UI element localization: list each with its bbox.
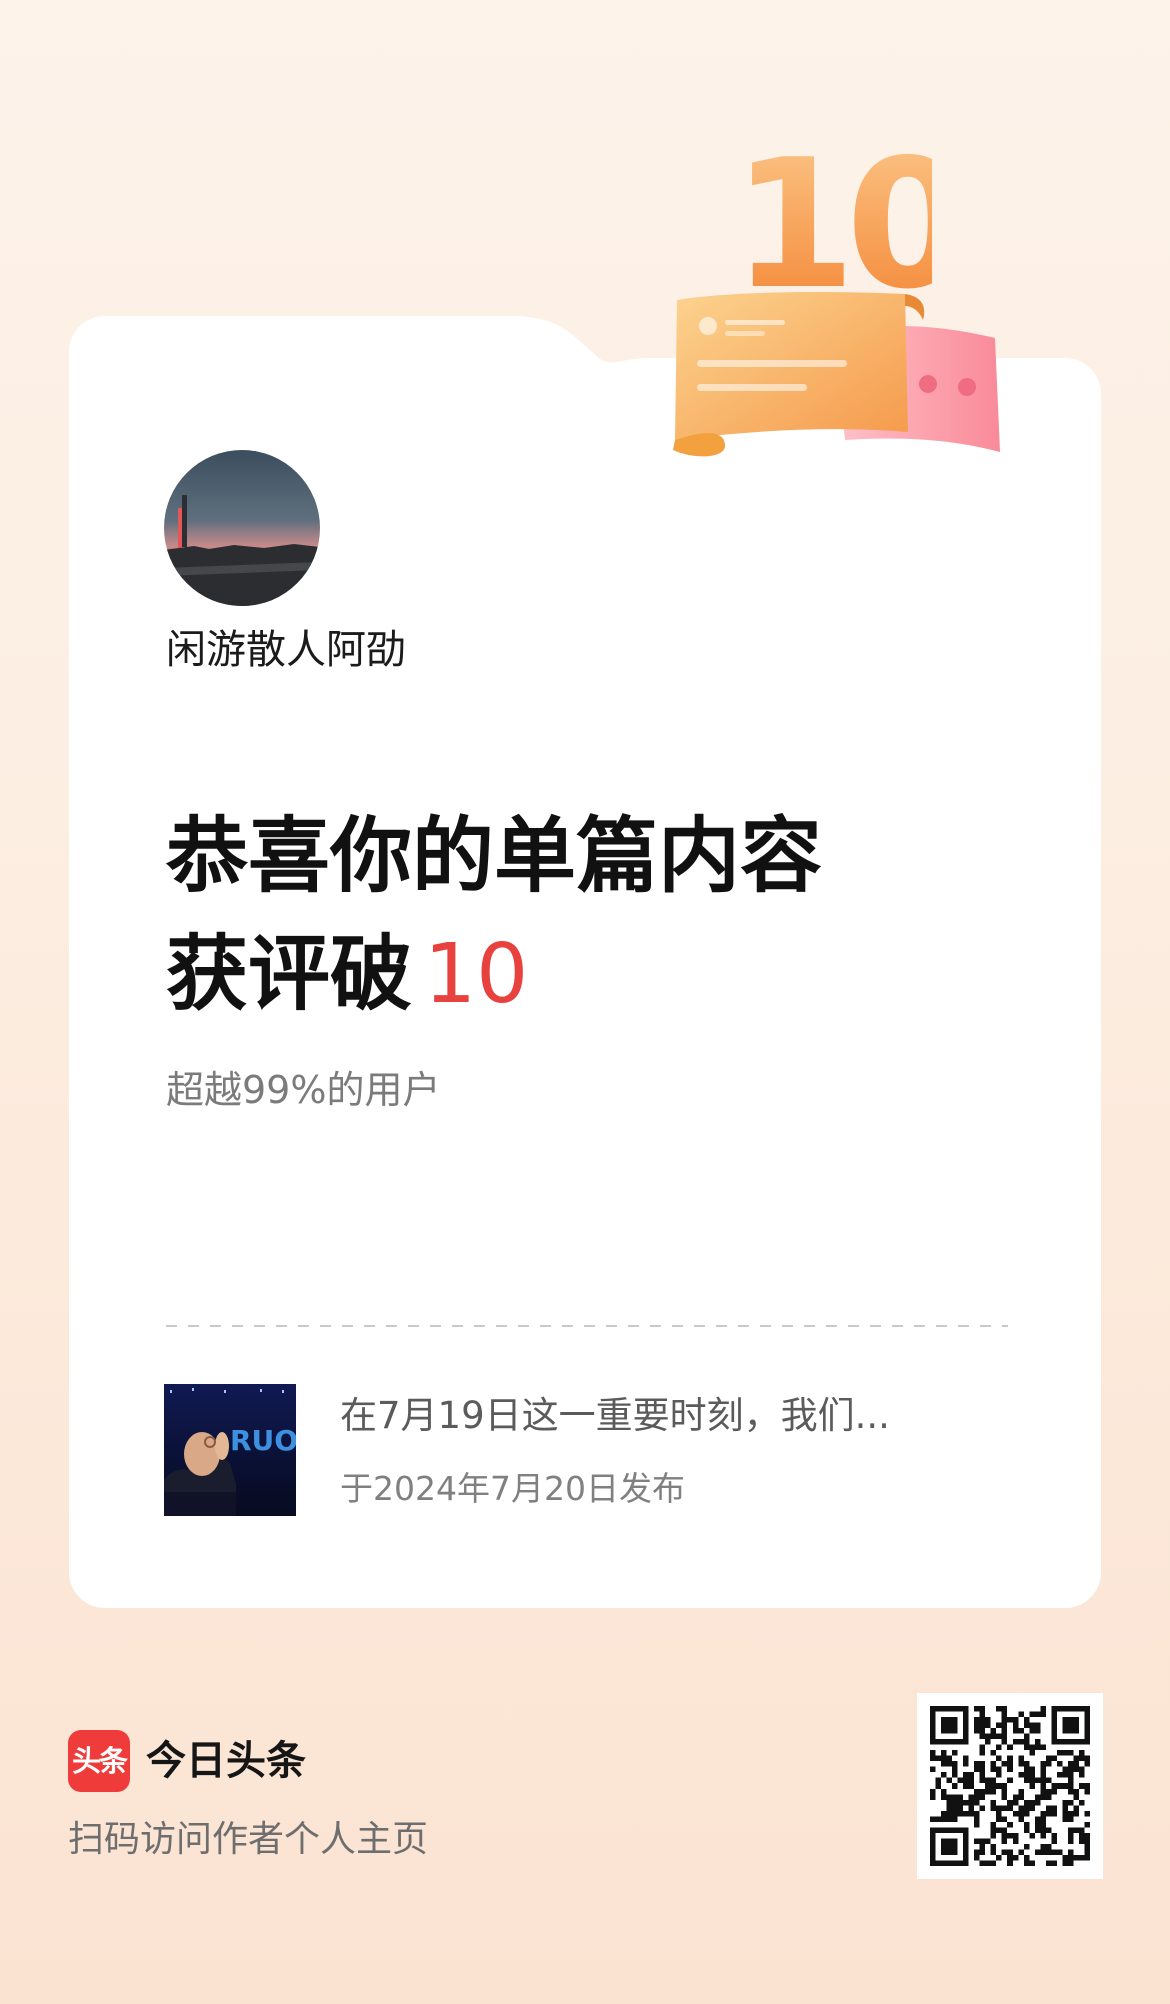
achievement-headline: 恭喜你的单篇内容 获评破 10 — [166, 798, 1026, 1034]
qr-code-icon — [930, 1706, 1090, 1866]
avatar-image — [164, 450, 320, 606]
trophy-badge-icon: 10 — [665, 136, 1005, 470]
article-publish-date: 于2024年7月20日发布 — [340, 1469, 685, 1508]
author-name[interactable]: 闲游散人阿劭 — [166, 622, 406, 678]
thumb-text: RUOK — [230, 1424, 296, 1457]
article-thumbnail[interactable]: RUOK — [164, 1384, 296, 1516]
article-title[interactable]: 在7月19日这一重要时刻，我们... — [340, 1390, 960, 1442]
toutiao-logo-icon: 头条 — [68, 1730, 130, 1792]
article-thumbnail-image: RUOK — [164, 1384, 296, 1516]
author-avatar[interactable] — [164, 450, 320, 606]
scan-hint: 扫码访问作者个人主页 — [68, 1819, 429, 1860]
dashed-divider — [166, 1325, 1008, 1327]
qr-code[interactable] — [917, 1693, 1103, 1879]
headline-line-2-prefix: 获评破 — [166, 927, 413, 1022]
headline-line-2: 获评破 10 — [166, 916, 1026, 1034]
headline-line-1: 恭喜你的单篇内容 — [166, 809, 823, 904]
headline-number: 10 — [424, 927, 529, 1022]
percentile-text: 超越99%的用户 — [166, 1068, 441, 1112]
brand-name: 今日头条 — [146, 1738, 306, 1784]
scroll-ribbon-icon — [673, 292, 1000, 457]
